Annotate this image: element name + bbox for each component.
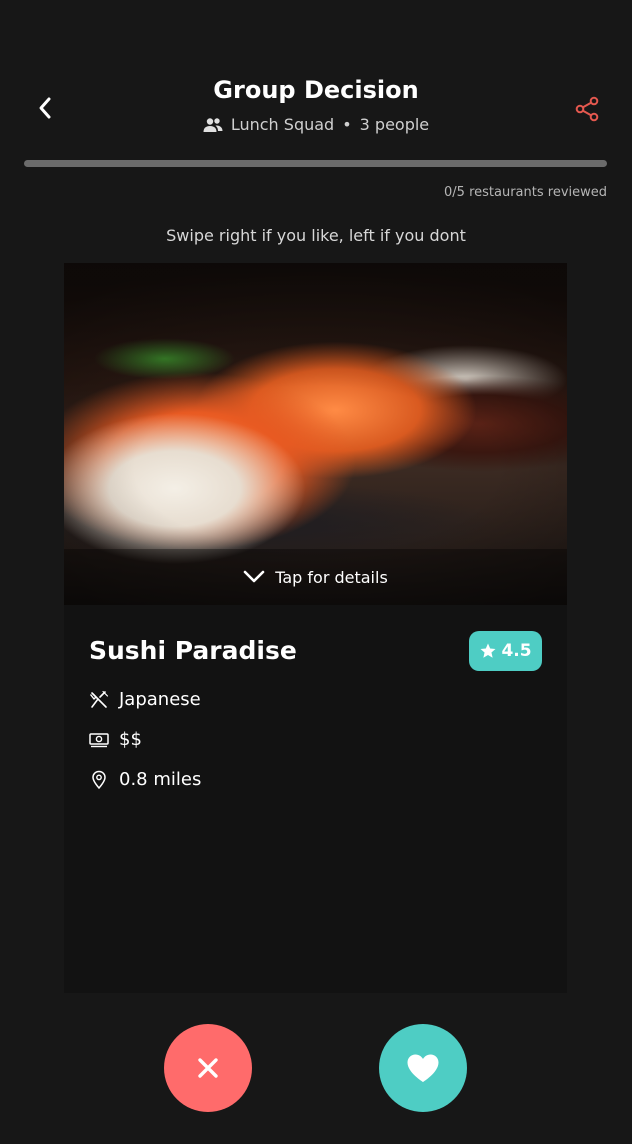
- progress-label: 0/5 restaurants reviewed: [444, 185, 607, 200]
- money-icon: [89, 730, 109, 750]
- page-title: Group Decision: [213, 76, 419, 104]
- price-label: $$: [119, 729, 142, 750]
- progress-bar: [24, 160, 607, 167]
- distance-row: 0.8 miles: [89, 769, 201, 790]
- restaurant-photo: Tap for details: [64, 263, 567, 605]
- cuisine-label: Japanese: [119, 689, 201, 710]
- heart-icon: [407, 1054, 439, 1082]
- separator-dot: •: [342, 115, 352, 134]
- chevron-down-icon: [243, 570, 265, 583]
- dislike-button[interactable]: [164, 1024, 252, 1112]
- close-icon: [198, 1058, 218, 1078]
- share-icon: [575, 96, 599, 122]
- restaurant-name: Sushi Paradise: [89, 636, 297, 665]
- distance-label: 0.8 miles: [119, 769, 202, 790]
- people-icon: [203, 117, 223, 132]
- people-count: 3 people: [359, 115, 430, 134]
- swipe-instruction: Swipe right if you like, left if you don…: [166, 226, 466, 245]
- cuisine-row: Japanese: [89, 689, 201, 710]
- rating-badge: 4.5: [469, 631, 542, 671]
- share-button[interactable]: [570, 92, 604, 126]
- group-name: Lunch Squad: [230, 115, 335, 134]
- tap-for-details-button[interactable]: Tap for details: [64, 549, 567, 605]
- group-subtitle: Lunch Squad • 3 people: [0, 115, 632, 134]
- app-screen: Group Decision Lunch Squad • 3 people 0/…: [0, 0, 632, 1144]
- tap-for-details-label: Tap for details: [275, 567, 388, 587]
- rating-value: 4.5: [501, 641, 532, 661]
- like-button[interactable]: [379, 1024, 467, 1112]
- restaurant-card[interactable]: Tap for details Sushi Paradise 4.5 Japan…: [64, 263, 567, 993]
- price-row: $$: [89, 729, 142, 750]
- location-pin-icon: [89, 770, 109, 790]
- utensils-icon: [89, 690, 109, 710]
- star-icon: [480, 643, 496, 658]
